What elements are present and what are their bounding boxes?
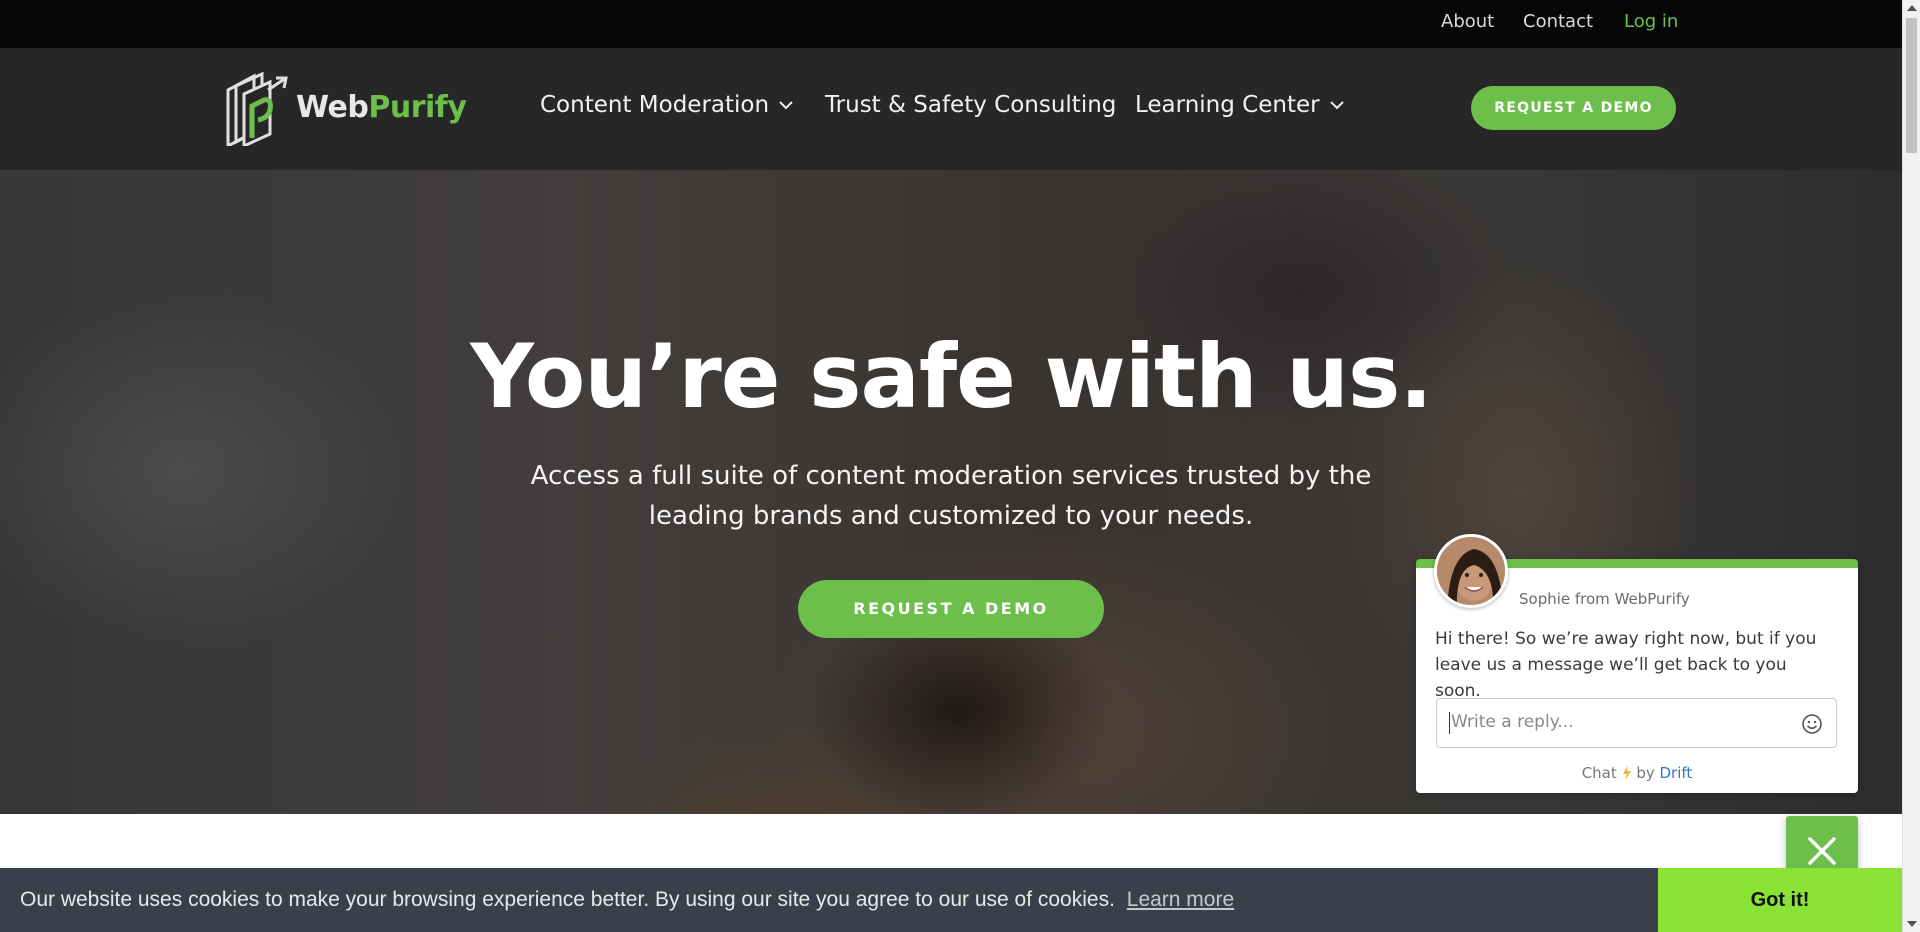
cookie-banner: Our website uses cookies to make your br… xyxy=(0,868,1902,932)
nav-request-demo-button[interactable]: REQUEST A DEMO xyxy=(1471,86,1676,130)
hero-title: You’re safe with us. xyxy=(470,325,1433,428)
nav-item-label: Content Moderation xyxy=(540,92,770,118)
scrollbar-thumb[interactable] xyxy=(1906,18,1917,153)
login-link[interactable]: Log in xyxy=(1624,11,1678,32)
contact-link[interactable]: Contact xyxy=(1523,11,1593,32)
nav-item-label: Learning Center xyxy=(1135,92,1320,118)
top-utility-bar: About Contact Log in xyxy=(0,0,1902,48)
brand-name-part1: Web xyxy=(296,90,369,125)
nav-item-learning-center[interactable]: Learning Center xyxy=(1135,92,1344,118)
nav-item-content-moderation[interactable]: Content Moderation xyxy=(540,92,793,118)
cookie-text-row: Our website uses cookies to make your br… xyxy=(20,888,1234,912)
lightning-icon xyxy=(1622,765,1631,781)
chat-input-placeholder: Write a reply... xyxy=(1451,712,1574,732)
chat-reply-input[interactable]: Write a reply... xyxy=(1436,698,1837,748)
chevron-down-icon xyxy=(1329,101,1344,110)
chat-agent-avatar xyxy=(1434,534,1508,608)
chevron-down-icon xyxy=(779,101,793,110)
chat-footer-prefix: Chat xyxy=(1581,764,1617,782)
hero-subtitle: Access a full suite of content moderatio… xyxy=(530,461,1372,531)
brand-name-part2: Purify xyxy=(368,90,467,125)
page-scrollbar[interactable] xyxy=(1902,0,1920,932)
drift-link[interactable]: Drift xyxy=(1660,764,1693,782)
chat-footer: Chat by Drift xyxy=(1416,764,1858,782)
hero-request-demo-button[interactable]: REQUEST A DEMO xyxy=(798,580,1104,638)
main-navigation: WebPurify Content Moderation Trust & Saf… xyxy=(0,48,1902,170)
chat-message: Hi there! So we’re away right now, but i… xyxy=(1435,629,1817,701)
webpurify-logo[interactable]: WebPurify xyxy=(224,72,467,146)
about-link[interactable]: About xyxy=(1441,11,1494,32)
scroll-up-arrow-icon[interactable] xyxy=(1907,5,1917,11)
nav-item-trust-safety-consulting[interactable]: Trust & Safety Consulting xyxy=(825,92,1116,118)
chat-footer-by: by xyxy=(1636,764,1655,782)
brand-wordmark: WebPurify xyxy=(296,90,467,125)
chat-agent-name: Sophie from WebPurify xyxy=(1519,590,1690,608)
cookie-accept-button[interactable]: Got it! xyxy=(1658,868,1902,932)
webpurify-logo-icon xyxy=(226,72,288,146)
scroll-down-arrow-icon[interactable] xyxy=(1907,921,1917,927)
emoji-icon[interactable] xyxy=(1800,712,1824,736)
nav-item-label: Trust & Safety Consulting xyxy=(825,92,1117,118)
cookie-message: Our website uses cookies to make your br… xyxy=(20,888,1115,911)
text-caret xyxy=(1449,712,1450,734)
cookie-learn-more-link[interactable]: Learn more xyxy=(1127,888,1234,911)
